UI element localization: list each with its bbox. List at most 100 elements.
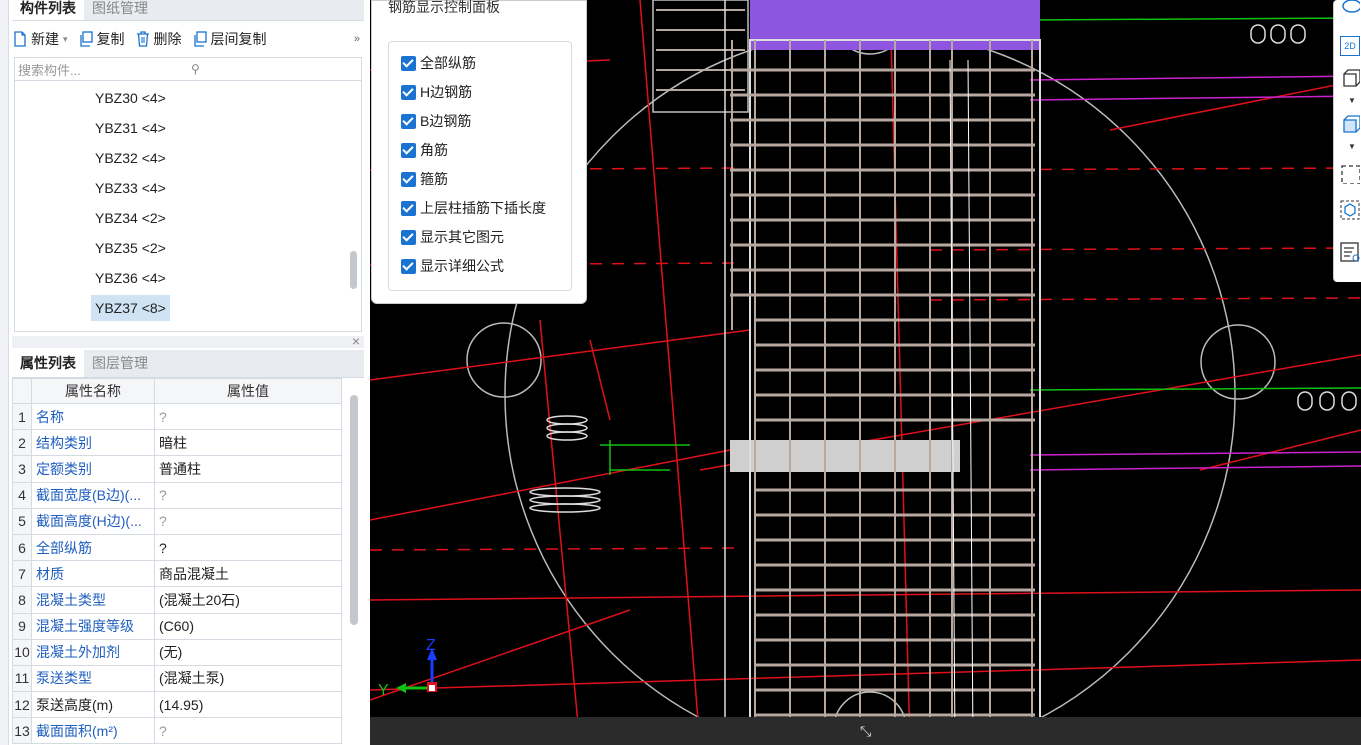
checkbox-checked-icon[interactable] xyxy=(401,55,416,71)
row-number: 5 xyxy=(12,507,32,535)
option-show-other-elements[interactable]: 显示其它图元 xyxy=(401,227,504,247)
table-row[interactable]: 10 混凝土外加剂 (无) xyxy=(12,638,342,666)
property-value[interactable]: 普通柱 xyxy=(154,455,342,483)
toolbar-more-icon[interactable]: » xyxy=(354,33,360,45)
cube-select-icon[interactable] xyxy=(1340,200,1360,220)
component-search-input[interactable]: 搜索构件... ⚲ xyxy=(14,57,362,81)
property-value[interactable]: (C60) xyxy=(154,612,342,640)
property-value[interactable]: 暗柱 xyxy=(154,429,342,457)
grid-circle-left xyxy=(466,322,542,398)
property-scrollbar[interactable] xyxy=(350,395,358,625)
checkbox-checked-icon[interactable] xyxy=(401,171,416,187)
table-row[interactable]: 9 混凝土强度等级 (C60) xyxy=(12,612,342,640)
option-label: B边钢筋 xyxy=(420,113,472,129)
list-item[interactable]: YBZ30 <4> xyxy=(91,85,170,111)
search-icon[interactable]: ⚲ xyxy=(188,62,361,76)
z-axis-label: Z xyxy=(426,637,436,654)
cube-outline-icon[interactable] xyxy=(1340,68,1360,88)
option-corner-rebar[interactable]: 角筋 xyxy=(401,140,448,160)
rebar-display-panel: 钢筋显示控制面板 全部纵筋 H边钢筋 B边钢筋 角筋 箍筋 上层柱插筋下插长度 … xyxy=(371,0,587,304)
option-stirrup[interactable]: 箍筋 xyxy=(401,169,448,189)
copy-icon xyxy=(79,31,93,47)
checkbox-checked-icon[interactable] xyxy=(401,258,416,274)
property-name: 截面面积(m²) xyxy=(31,717,155,745)
list-item[interactable]: YBZ36 <4> xyxy=(91,265,170,291)
magenta-lines xyxy=(1029,75,1361,471)
list-item-selected[interactable]: YBZ37 <8> xyxy=(91,295,170,321)
row-number: 3 xyxy=(12,455,32,483)
checkbox-checked-icon[interactable] xyxy=(401,84,416,100)
view-2d-button[interactable]: 2D xyxy=(1340,36,1360,56)
tab-property-list[interactable]: 属性列表 xyxy=(12,350,84,377)
option-upper-dowel-length[interactable]: 上层柱插筋下插长度 xyxy=(401,198,546,218)
option-all-longitudinal[interactable]: 全部纵筋 xyxy=(401,53,476,73)
collapse-icon[interactable]: ⤡ xyxy=(860,723,871,740)
floor-copy-button[interactable]: 层间复制 xyxy=(192,29,267,49)
property-value[interactable]: ? xyxy=(154,481,342,509)
table-row[interactable]: 13 截面面积(m²)? xyxy=(12,717,342,745)
component-toolbar: 新建 ▾ 复制 删除 层间复制 » xyxy=(12,21,364,57)
property-name: 材质 xyxy=(31,560,155,588)
property-value[interactable]: 商品混凝土 xyxy=(154,560,342,588)
floor-copy-icon xyxy=(193,31,207,47)
checkbox-checked-icon[interactable] xyxy=(401,200,416,216)
row-number: 11 xyxy=(12,664,32,693)
orbit-icon[interactable] xyxy=(1340,0,1360,20)
property-value[interactable]: ? xyxy=(154,717,342,745)
list-item[interactable]: YBZ31 <4> xyxy=(91,115,170,141)
property-value[interactable]: (无) xyxy=(154,638,342,666)
table-row[interactable]: 11 泵送类型 (混凝土泵) xyxy=(12,664,342,693)
table-row[interactable]: 8 混凝土类型 (混凝土20石) xyxy=(12,586,342,614)
property-value[interactable]: ? xyxy=(154,402,342,431)
table-row[interactable]: 3 定额类别 普通柱 xyxy=(12,455,342,483)
copy-button[interactable]: 复制 xyxy=(78,29,125,49)
property-tabs: 属性列表 图层管理 xyxy=(12,350,364,378)
column-header-name: 属性名称 xyxy=(31,378,155,404)
cube-filled-icon[interactable] xyxy=(1340,114,1360,134)
new-button[interactable]: 新建 ▾ xyxy=(12,29,68,49)
checkbox-checked-icon[interactable] xyxy=(401,229,416,245)
chevron-down-icon[interactable]: ▼ xyxy=(1348,142,1356,151)
chevron-down-icon[interactable]: ▼ xyxy=(1348,96,1356,105)
chevron-down-icon[interactable]: ▾ xyxy=(63,34,68,45)
option-show-detailed-formula[interactable]: 显示详细公式 xyxy=(401,256,504,276)
selection-box-icon[interactable] xyxy=(1340,164,1360,184)
tree-scrollbar[interactable] xyxy=(350,251,357,289)
close-icon[interactable]: × xyxy=(352,333,360,349)
option-label: 箍筋 xyxy=(420,171,448,187)
option-label: 显示其它图元 xyxy=(420,229,504,245)
list-item[interactable]: YBZ33 <4> xyxy=(91,175,170,201)
property-name: 截面高度(H边)(... xyxy=(31,507,155,535)
table-row[interactable]: 7 材质 商品混凝土 xyxy=(12,560,342,588)
tab-component-list[interactable]: 构件列表 xyxy=(12,0,84,20)
property-value[interactable]: (混凝土泵) xyxy=(154,664,342,693)
checkbox-checked-icon[interactable] xyxy=(401,142,416,158)
property-value[interactable]: ? xyxy=(154,507,342,535)
panel-splitter[interactable]: × xyxy=(12,333,364,349)
property-value[interactable]: ? xyxy=(154,533,342,562)
property-value[interactable]: (混凝土20石) xyxy=(154,586,342,614)
layer-visibility-icon[interactable] xyxy=(1340,242,1360,262)
tab-drawing-management[interactable]: 图纸管理 xyxy=(84,0,156,20)
rebar-white-ties xyxy=(949,59,974,745)
property-name: 泵送类型 xyxy=(31,664,155,693)
axis-gizmo: Y Z xyxy=(378,637,437,699)
checkbox-checked-icon[interactable] xyxy=(401,113,416,129)
option-b-side-rebar[interactable]: B边钢筋 xyxy=(401,111,471,131)
table-row[interactable]: 1 名称? xyxy=(12,402,342,431)
list-item[interactable]: YBZ32 <4> xyxy=(91,145,170,171)
table-row[interactable]: 2 结构类别 暗柱 xyxy=(12,429,342,457)
option-label: 角筋 xyxy=(420,142,448,158)
list-item[interactable]: YBZ34 <2> xyxy=(91,205,170,231)
delete-button[interactable]: 删除 xyxy=(135,29,182,49)
table-row[interactable]: 6 全部纵筋? xyxy=(12,533,342,562)
list-item[interactable]: YBZ35 <2> xyxy=(91,235,170,261)
property-value[interactable]: (14.95) xyxy=(154,691,342,719)
option-h-side-rebar[interactable]: H边钢筋 xyxy=(401,82,472,102)
table-row[interactable]: 5 截面高度(H边)(...? xyxy=(12,507,342,535)
property-name: 混凝土外加剂 xyxy=(31,638,155,666)
tab-layer-management[interactable]: 图层管理 xyxy=(84,350,156,377)
y-axis-label: Y xyxy=(378,682,389,699)
table-row[interactable]: 12 泵送高度(m) (14.95) xyxy=(12,691,342,719)
table-row[interactable]: 4 截面宽度(B边)(...? xyxy=(12,481,342,509)
